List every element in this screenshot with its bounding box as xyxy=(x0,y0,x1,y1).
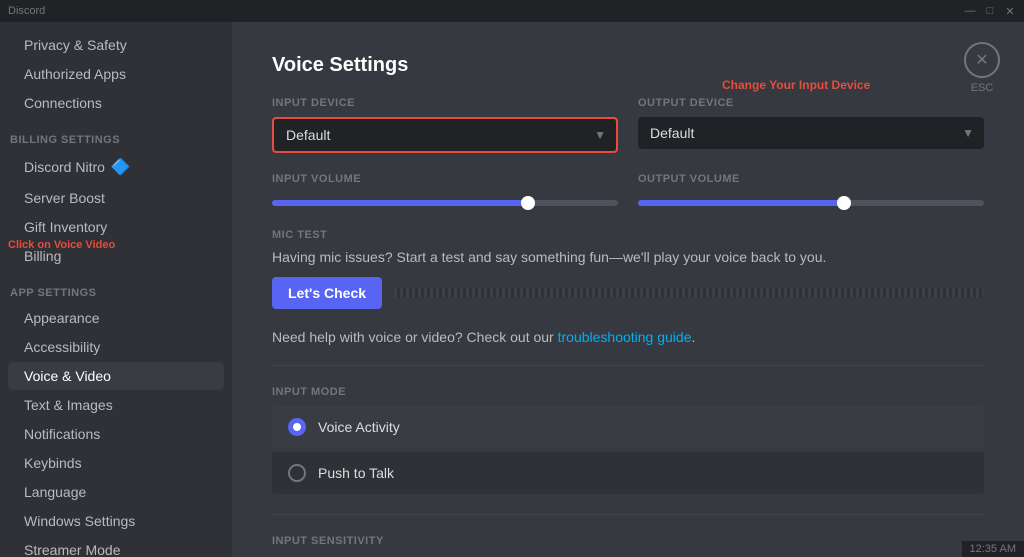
content-inner: Voice Settings INPUT DEVICE Default ▼ OU… xyxy=(232,22,1024,557)
sidebar-item-connections[interactable]: Connections xyxy=(8,89,224,117)
sidebar-item-billing[interactable]: Billing xyxy=(8,242,224,270)
voice-activity-radio xyxy=(288,418,306,436)
input-volume-label: INPUT VOLUME xyxy=(272,173,618,185)
esc-label: ESC xyxy=(971,82,994,94)
output-volume-col: OUTPUT VOLUME xyxy=(638,173,984,209)
output-volume-slider-container xyxy=(638,193,984,209)
sidebar-item-voice-video[interactable]: Voice & Video xyxy=(8,362,224,390)
mic-test-desc: Having mic issues? Start a test and say … xyxy=(272,249,984,265)
troubleshoot-text: Need help with voice or video? Check out… xyxy=(272,329,984,345)
close-button[interactable]: ✕ xyxy=(1004,5,1016,17)
maximize-button[interactable]: □ xyxy=(984,5,996,17)
input-volume-slider-container xyxy=(272,193,618,209)
page-title: Voice Settings xyxy=(272,54,984,77)
output-volume-label: OUTPUT VOLUME xyxy=(638,173,984,185)
mic-test-section: MIC TEST Having mic issues? Start a test… xyxy=(272,229,984,309)
input-device-label: INPUT DEVICE xyxy=(272,97,618,109)
output-device-label: OUTPUT DEVICE xyxy=(638,97,984,109)
lets-check-button[interactable]: Let's Check xyxy=(272,277,382,309)
app-title: Discord xyxy=(8,5,45,17)
sidebar-item-gift-inventory[interactable]: Gift Inventory xyxy=(8,213,224,241)
divider-2 xyxy=(272,514,984,515)
sidebar-item-privacy-safety[interactable]: Privacy & Safety xyxy=(8,31,224,59)
output-volume-slider[interactable] xyxy=(638,200,984,206)
mic-meter xyxy=(394,288,984,298)
push-to-talk-label: Push to Talk xyxy=(318,465,394,481)
minimize-button[interactable]: — xyxy=(964,5,976,17)
input-mode-section: INPUT MODE Voice Activity Push to Talk xyxy=(272,386,984,494)
input-volume-slider[interactable] xyxy=(272,200,618,206)
input-sensitivity-section: INPUT SENSITIVITY Automatically determin… xyxy=(272,535,984,557)
sidebar-item-text-images[interactable]: Text & Images xyxy=(8,391,224,419)
window-controls: — □ ✕ xyxy=(964,5,1016,17)
sidebar-item-notifications[interactable]: Notifications xyxy=(8,420,224,448)
input-mode-label: INPUT MODE xyxy=(272,386,984,398)
output-device-col: OUTPUT DEVICE Default ▼ xyxy=(638,97,984,153)
sidebar-section-app-settings: App Settings Appearance Accessibility Vo… xyxy=(0,271,232,557)
sidebar-item-appearance[interactable]: Appearance xyxy=(8,304,224,332)
sidebar-item-server-boost[interactable]: Server Boost xyxy=(8,184,224,212)
voice-activity-option[interactable]: Voice Activity xyxy=(272,406,984,448)
sidebar-item-accessibility[interactable]: Accessibility xyxy=(8,333,224,361)
sidebar-item-streamer-mode[interactable]: Streamer Mode xyxy=(8,536,224,557)
sidebar-item-authorized-apps[interactable]: Authorized Apps xyxy=(8,60,224,88)
sidebar-section-billing: Billing Settings Discord Nitro 🔷 Server … xyxy=(0,118,232,270)
output-device-select[interactable]: Default xyxy=(638,117,984,149)
push-to-talk-radio xyxy=(288,464,306,482)
voice-activity-label: Voice Activity xyxy=(318,419,400,435)
input-device-select[interactable]: Default xyxy=(274,119,616,151)
titlebar: Discord — □ ✕ xyxy=(0,0,1024,22)
nitro-icon: 🔷 xyxy=(111,157,131,177)
input-volume-col: INPUT VOLUME xyxy=(272,173,618,209)
input-device-wrapper: Default ▼ xyxy=(272,117,618,153)
volume-row: INPUT VOLUME OUTPUT VOLUME xyxy=(272,173,984,209)
app-body: Privacy & Safety Authorized Apps Connect… xyxy=(0,22,1024,557)
esc-button[interactable]: ✕ ESC xyxy=(964,42,1000,94)
sidebar-item-keybinds[interactable]: Keybinds xyxy=(8,449,224,477)
sidebar-section-account: Privacy & Safety Authorized Apps Connect… xyxy=(0,31,232,117)
billing-section-header: Billing Settings xyxy=(0,118,232,150)
sidebar: Privacy & Safety Authorized Apps Connect… xyxy=(0,22,232,557)
sidebar-item-discord-nitro[interactable]: Discord Nitro 🔷 xyxy=(8,151,224,183)
push-to-talk-option[interactable]: Push to Talk xyxy=(272,452,984,494)
troubleshoot-link[interactable]: troubleshooting guide xyxy=(558,329,692,345)
sidebar-item-windows-settings[interactable]: Windows Settings xyxy=(8,507,224,535)
mic-test-row: Let's Check xyxy=(272,277,984,309)
mic-test-label: MIC TEST xyxy=(272,229,984,241)
settings-content: Change Your Input Device ✕ ESC Voice Set… xyxy=(232,22,1024,557)
sidebar-item-language[interactable]: Language xyxy=(8,478,224,506)
esc-circle-icon: ✕ xyxy=(964,42,1000,78)
app-settings-header: App Settings xyxy=(0,271,232,303)
input-device-col: INPUT DEVICE Default ▼ xyxy=(272,97,618,153)
divider xyxy=(272,365,984,366)
output-device-wrapper: Default ▼ xyxy=(638,117,984,149)
taskbar-time: 12:35 AM xyxy=(962,541,1024,557)
input-sensitivity-label: INPUT SENSITIVITY xyxy=(272,535,984,547)
device-row: INPUT DEVICE Default ▼ OUTPUT DEVICE Def… xyxy=(272,97,984,153)
